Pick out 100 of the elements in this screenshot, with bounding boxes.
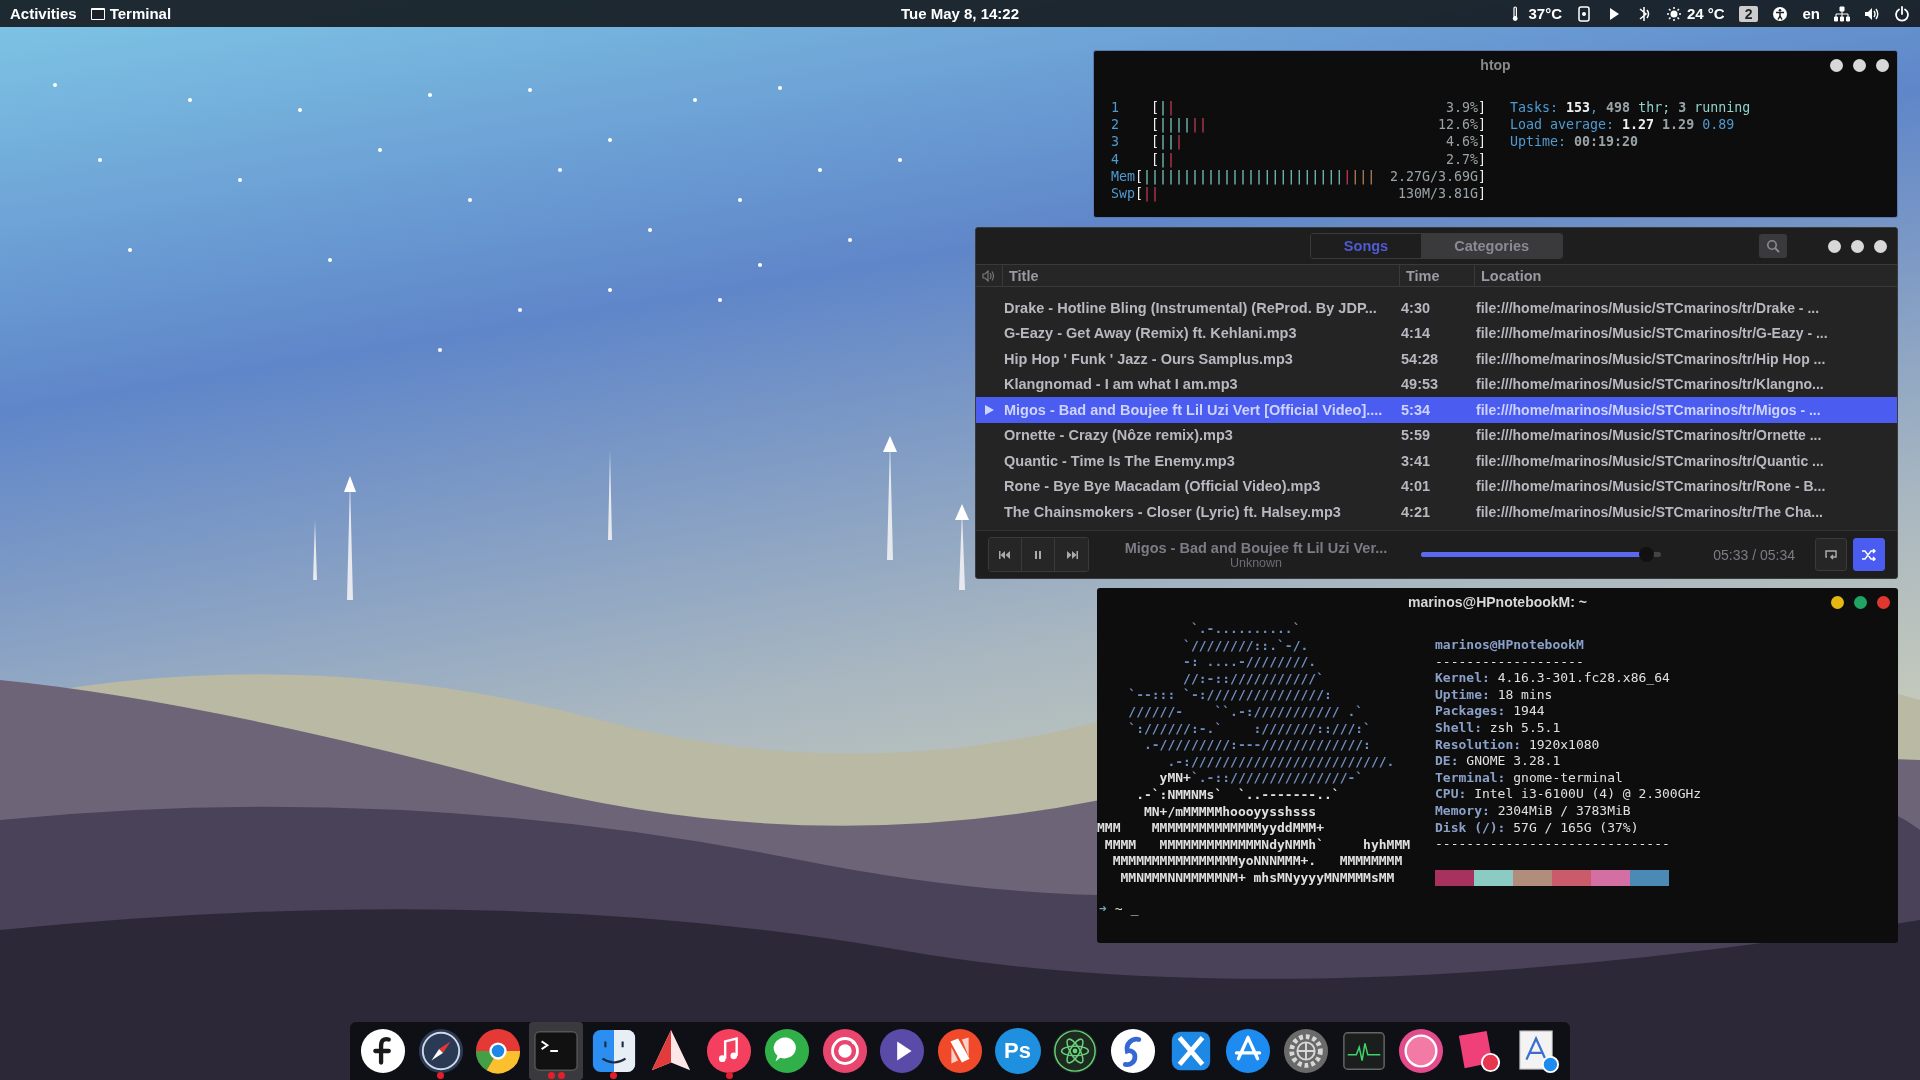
ascii-art-line: MMMMMMMMMMMMMMMMyoNNNMMM+. MMMMMMMM — [1111, 853, 1404, 870]
song-time: 5:59 — [1400, 427, 1432, 444]
ascii-art-line: .-://///////////////////////. — [1166, 753, 1396, 771]
pause-icon — [1034, 550, 1042, 559]
window-control[interactable] — [1854, 595, 1867, 609]
music-note-icon[interactable] — [706, 1028, 753, 1074]
info-line: DE: GNOME 3.28.1 — [1435, 753, 1562, 770]
info-line: Resolution: 1920x1080 — [1435, 736, 1601, 754]
folded-ribbon-icon[interactable] — [936, 1028, 983, 1074]
swirl-icon[interactable] — [1109, 1028, 1156, 1074]
clock[interactable]: Tue May 8, 14:22 — [900, 5, 1020, 22]
shuffle-button[interactable] — [1853, 538, 1885, 571]
prompt-arrow: ➜ — [1099, 900, 1107, 916]
meter-line: Mem[||||||||||||||||||||||||||||| 2.27G/3.69G] — [1111, 168, 1486, 185]
weather-icon[interactable] — [1666, 5, 1682, 22]
song-row[interactable]: Quantic - Time Is The Enemy.mp3 3:41 file:///home/marinos/Music/STCmarinos/tr/Quantic ... — [976, 448, 1897, 474]
repeat-button[interactable] — [1815, 538, 1847, 571]
repeat-icon — [1824, 548, 1838, 561]
song-title: Migos - Bad and Boujee ft Lil Uzi Vert [Official Video].... — [1003, 401, 1384, 418]
play-icon[interactable] — [879, 1028, 926, 1074]
column-header[interactable]: Title — [1002, 265, 1399, 286]
previous-button[interactable] — [989, 538, 1022, 571]
atom-icon[interactable] — [1052, 1028, 1099, 1074]
song-time: 5:34 — [1400, 401, 1432, 418]
ball-icon[interactable] — [475, 1028, 522, 1074]
meter-line: Swp[|| 130M/3.81G] — [1111, 185, 1486, 203]
ascii-art-line: MN+/mMMMMMhoooyysshsss — [1142, 803, 1318, 821]
ascii-art-line: -: ....-////////. — [1182, 654, 1318, 671]
song-time: 54:28 — [1400, 350, 1440, 367]
song-location: file:///home/marinos/Music/STCmarinos/tr/Hip Hop ... — [1475, 350, 1827, 367]
window-title: marinos@HPnotebookM: ~ — [1408, 594, 1587, 610]
summary-line: Load average: 1.27 1.29 0.89 — [1510, 116, 1736, 134]
running-indicator — [725, 1072, 733, 1079]
pause-button[interactable] — [1022, 538, 1055, 571]
column-header[interactable]: Time — [1399, 265, 1474, 286]
song-row[interactable]: Drake - Hotline Bling (Instrumental) (ReProd. By JDP... 4:30 file:///home/marinos/Music/STCmarinos/tr/Drake - ... — [976, 295, 1897, 321]
play-icon — [984, 404, 994, 415]
now-playing-artist: Unknown — [1229, 555, 1283, 570]
song-time: 3:41 — [1400, 452, 1432, 469]
meter-line: 1 [|| 3.9%] — [1111, 99, 1486, 117]
song-row[interactable]: Ornette - Crazy (Nôze remix).mp3 5:59 file:///home/marinos/Music/STCmarinos/tr/Ornette ... — [976, 422, 1897, 448]
workspace-indicator[interactable]: 2 — [1738, 5, 1759, 22]
meter-line: 2 [|||||| 12.6%] — [1111, 116, 1486, 134]
user-host: marinos@HPnotebookM — [1435, 637, 1585, 654]
song-row[interactable]: Migos - Bad and Boujee ft Lil Uzi Vert [Official Video].... 5:34 file:///home/marinos/Music/STCmarinos/tr/Migos - ... — [976, 397, 1897, 423]
song-location: file:///home/marinos/Music/STCmarinos/tr/Klangno... — [1475, 376, 1825, 393]
power-icon[interactable] — [1894, 5, 1910, 22]
next-button[interactable] — [1055, 538, 1088, 571]
orb-icon[interactable] — [1398, 1028, 1445, 1074]
song-location: file:///home/marinos/Music/STCmarinos/tr/Rone - B... — [1475, 478, 1827, 495]
app-menu[interactable]: Terminal — [109, 5, 172, 22]
gear-icon[interactable] — [1283, 1028, 1329, 1074]
camera-icon[interactable] — [821, 1028, 868, 1074]
summary-line: Tasks: 153, 498 thr; 3 running — [1510, 99, 1751, 117]
language-indicator[interactable]: en — [1802, 5, 1820, 22]
shuffle-icon — [1861, 548, 1877, 561]
fedora-icon[interactable] — [360, 1028, 406, 1074]
song-row[interactable]: Rone - Bye Bye Macadam (Official Video).mp3 4:01 file:///home/marinos/Music/STCmarinos/tr/Rone - B... — [976, 473, 1897, 499]
smiley-face-icon[interactable] — [590, 1028, 637, 1074]
window-control[interactable] — [1851, 239, 1864, 253]
search-icon — [1766, 239, 1780, 253]
compass-icon[interactable] — [417, 1028, 464, 1074]
info-line: Kernel: 4.16.3-301.fc28.x86_64 — [1435, 670, 1671, 687]
song-location: file:///home/marinos/Music/STCmarinos/tr/Quantic ... — [1475, 452, 1825, 469]
accessibility-icon[interactable] — [1772, 5, 1789, 22]
cursor: _ — [1130, 900, 1139, 916]
chat-bubble-icon[interactable] — [763, 1028, 810, 1074]
prompt-path: ~ — [1114, 900, 1123, 916]
window-control[interactable] — [1876, 58, 1889, 72]
app-store-icon[interactable] — [1225, 1028, 1272, 1074]
song-title: Quantic - Time Is The Enemy.mp3 — [1003, 452, 1236, 469]
song-location: file:///home/marinos/Music/STCmarinos/tr/Ornette ... — [1475, 427, 1823, 444]
shapes-icon[interactable] — [1456, 1028, 1503, 1074]
volume-icon — [982, 269, 996, 282]
song-location: file:///home/marinos/Music/STCmarinos/tr/Drake - ... — [1475, 299, 1821, 316]
running-indicator — [610, 1072, 618, 1079]
song-title: Rone - Bye Bye Macadam (Official Video).mp3 — [1003, 478, 1322, 495]
search-button[interactable] — [1759, 234, 1787, 258]
song-title: Drake - Hotline Bling (Instrumental) (ReProd. By JDP... — [1003, 299, 1378, 316]
song-row[interactable]: G-Eazy - Get Away (Remix) ft. Kehlani.mp3 4:14 file:///home/marinos/Music/STCmarinos/tr/G-Eazy - ... — [976, 320, 1897, 346]
window-control[interactable] — [1828, 239, 1841, 253]
song-row[interactable]: Hip Hop ' Funk ' Jazz - Ours Samplus.mp3 54:28 file:///home/marinos/Music/STCmarinos/tr/Hip Hop ... — [976, 346, 1897, 372]
separator-line: ------------------- — [1435, 653, 1585, 671]
window-control[interactable] — [1853, 58, 1866, 72]
terminal-icon — [90, 7, 105, 20]
song-time: 49:53 — [1400, 376, 1440, 393]
activities-button[interactable]: Activities — [10, 5, 77, 22]
song-row[interactable]: The Chainsmokers - Closer (Lyric) ft. Halsey.mp3 4:21 file:///home/marinos/Music/STCmarinos/tr/The Cha... — [976, 499, 1897, 525]
column-header[interactable]: Location — [1474, 265, 1897, 286]
network-icon[interactable] — [1834, 5, 1850, 22]
ascii-art-line: .-`:NMMNMs` `..-------..` — [1135, 786, 1341, 804]
window-control[interactable] — [1874, 239, 1887, 253]
phone-icon[interactable] — [1576, 5, 1592, 22]
song-row[interactable]: Klangnomad - I am what I am.mp3 49:53 file:///home/marinos/Music/STCmarinos/tr/Klangno... — [976, 371, 1897, 397]
terminal-icon[interactable] — [533, 1028, 580, 1074]
ascii-art-line: MMNMMMNNMMMMMNM+ mhsMNyyyyMNMMMMsMM — [1119, 869, 1396, 887]
song-title: Hip Hop ' Funk ' Jazz - Ours Samplus.mp3 — [1003, 350, 1294, 367]
window-title: htop — [1480, 57, 1511, 73]
window-control[interactable] — [1831, 595, 1844, 609]
window-control[interactable] — [1830, 58, 1843, 72]
